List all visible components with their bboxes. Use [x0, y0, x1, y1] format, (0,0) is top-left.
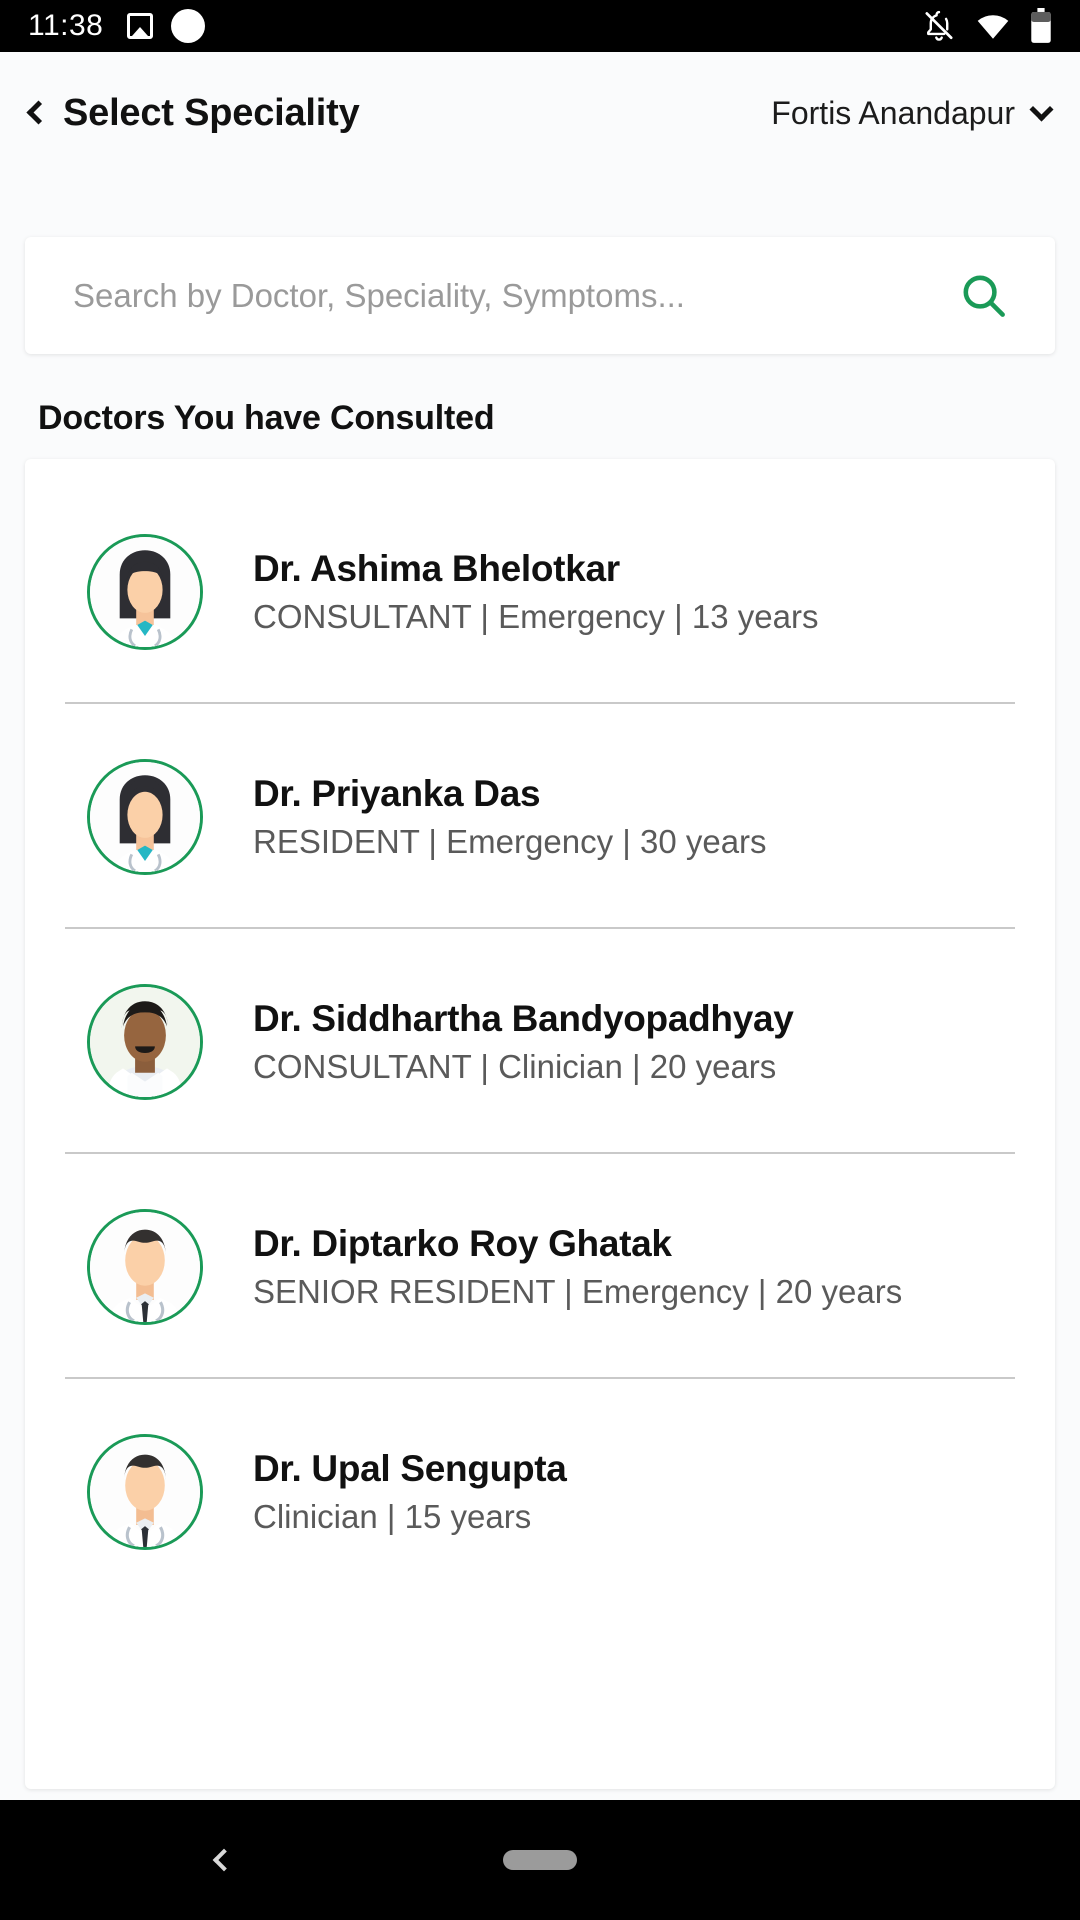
chevron-down-icon — [1029, 96, 1054, 122]
notifications-off-icon — [925, 10, 953, 41]
status-bar-clock: 11:38 — [28, 9, 104, 42]
male-doctor-avatar-icon — [90, 1436, 200, 1547]
back-button[interactable]: Select Speciality — [26, 91, 360, 135]
avatar — [87, 533, 203, 650]
doctor-meta: CONSULTANT | Clinician | 20 years — [253, 1047, 777, 1085]
nav-home-pill[interactable] — [503, 1850, 577, 1870]
avatar — [87, 1433, 203, 1550]
search-icon — [963, 275, 1005, 317]
doctor-info: Dr. Diptarko Roy Ghatak SENIOR RESIDENT … — [253, 1222, 902, 1311]
doctor-meta: Clinician | 15 years — [253, 1497, 532, 1535]
search-bar[interactable] — [25, 237, 1055, 354]
doctor-list-item[interactable]: Dr. Ashima Bhelotkar CONSULTANT | Emerge… — [25, 479, 1055, 704]
avatar — [87, 983, 203, 1100]
chevron-left-icon — [26, 99, 51, 125]
circle-icon — [171, 9, 206, 43]
male-doctor-avatar-icon — [90, 1211, 200, 1322]
doctor-info: Dr. Upal Sengupta Clinician | 15 years — [253, 1447, 567, 1536]
status-bar-left-icons — [127, 9, 206, 43]
app-header: Select Speciality Fortis Anandapur — [0, 52, 1080, 174]
doctor-info: Dr. Priyanka Das RESIDENT | Emergency | … — [253, 772, 767, 861]
doctor-meta: CONSULTANT | Emergency | 13 years — [253, 597, 819, 635]
male-doctor-photo-icon — [90, 986, 200, 1097]
consulted-doctors-list: Dr. Ashima Bhelotkar CONSULTANT | Emerge… — [25, 459, 1055, 1789]
doctor-meta: RESIDENT | Emergency | 30 years — [253, 822, 767, 860]
doctor-list-item[interactable]: Dr. Upal Sengupta Clinician | 15 years — [25, 1379, 1055, 1604]
doctor-list-item[interactable]: Dr. Siddhartha Bandyopadhyay CONSULTANT … — [25, 929, 1055, 1154]
status-bar: 11:38 — [0, 0, 1080, 52]
battery-icon — [1031, 8, 1051, 43]
female-doctor-avatar-icon — [90, 536, 200, 647]
female-doctor-avatar-icon — [90, 761, 200, 872]
wifi-icon — [977, 15, 1009, 39]
doctor-list-item[interactable]: Dr. Priyanka Das RESIDENT | Emergency | … — [25, 704, 1055, 929]
system-nav-bar — [0, 1800, 1080, 1920]
photo-icon — [127, 13, 154, 39]
nav-back-icon[interactable] — [212, 1848, 236, 1872]
doctor-name: Dr. Ashima Bhelotkar — [253, 547, 620, 589]
section-title: Doctors You have Consulted — [38, 399, 495, 437]
page-body: Doctors You have Consulted — [0, 174, 1080, 1800]
doctor-name: Dr. Upal Sengupta — [253, 1447, 567, 1489]
avatar — [87, 1208, 203, 1325]
site-selector-dropdown[interactable]: Fortis Anandapur — [771, 94, 1054, 132]
site-selector-label: Fortis Anandapur — [771, 94, 1015, 131]
search-input[interactable] — [73, 276, 947, 315]
doctor-list-item[interactable]: Dr. Diptarko Roy Ghatak SENIOR RESIDENT … — [25, 1154, 1055, 1379]
avatar — [87, 758, 203, 875]
status-bar-right-icons — [922, 8, 1052, 44]
doctor-name: Dr. Siddhartha Bandyopadhyay — [253, 997, 794, 1039]
doctor-name: Dr. Diptarko Roy Ghatak — [253, 1222, 672, 1264]
doctor-info: Dr. Siddhartha Bandyopadhyay CONSULTANT … — [253, 997, 794, 1086]
doctor-name: Dr. Priyanka Das — [253, 772, 541, 814]
doctor-meta: SENIOR RESIDENT | Emergency | 20 years — [253, 1272, 903, 1310]
doctor-info: Dr. Ashima Bhelotkar CONSULTANT | Emerge… — [253, 547, 818, 636]
search-submit-button[interactable] — [947, 259, 1021, 333]
page-title: Select Speciality — [63, 91, 360, 134]
